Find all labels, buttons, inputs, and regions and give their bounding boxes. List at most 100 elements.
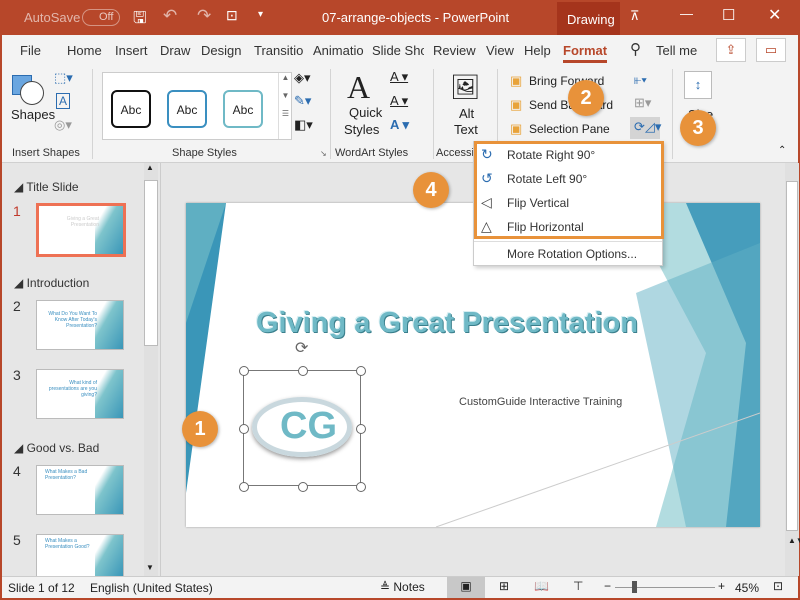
text-outline-icon[interactable]: A ▾ (390, 93, 408, 109)
slide-thumbnail-3[interactable]: What kind of presentations are you givin… (36, 369, 124, 419)
thumbnails-scrollbar[interactable]: ▲ ▼ (144, 163, 158, 576)
tab-format[interactable]: Format (563, 43, 608, 63)
rotate-button[interactable]: ⟳◿▾ (630, 117, 662, 139)
tab-slide-show[interactable]: Slide Sho (372, 43, 424, 58)
tab-view[interactable]: View (486, 43, 514, 58)
autosave-toggle[interactable]: Off (82, 9, 120, 26)
ribbon-display-icon[interactable]: ⊼ (630, 8, 640, 24)
logo-text: CG (280, 405, 337, 447)
shape-styles-label: Shape Styles (172, 147, 237, 159)
zoom-level[interactable]: 45% (735, 581, 759, 595)
shape-style-3[interactable]: Abc (223, 90, 263, 128)
selection-pane-button[interactable]: Selection Pane (529, 122, 610, 136)
callout-4: 4 (413, 172, 449, 208)
tab-insert[interactable]: Insert (115, 43, 148, 58)
shape-effects-icon[interactable]: ◧▾ (294, 117, 313, 133)
zoom-out-button[interactable]: − (604, 579, 611, 593)
fit-to-window-icon[interactable]: ⊡ (773, 579, 783, 593)
wordart-styles-label: WordArt Styles (335, 147, 409, 159)
customize-qat-icon[interactable]: ▾ (258, 9, 263, 20)
reading-view-icon[interactable]: 📖 (534, 579, 549, 593)
callout-3: 3 (680, 110, 716, 146)
tab-home[interactable]: Home (67, 43, 102, 58)
text-box-icon[interactable]: A (56, 93, 71, 109)
rotation-handle-icon[interactable]: ⟳ (295, 338, 308, 358)
slide-subtitle[interactable]: CustomGuide Interactive Training (459, 396, 622, 408)
callout-1: 1 (182, 411, 218, 447)
resize-handle[interactable] (298, 366, 308, 376)
group-icon[interactable]: ⊞▾ (634, 95, 651, 111)
rotate-icon: ⟳◿▾ (634, 119, 662, 134)
ribbon: Shapes ⬚▾ A ◎▾ Insert Shapes Abc Abc Abc… (2, 65, 798, 163)
slide-thumbnail-1[interactable]: Giving a Great Presentation (36, 203, 126, 257)
menu-more-rotation-options[interactable]: More Rotation Options... (474, 241, 662, 265)
shape-styles-gallery: Abc Abc Abc ▲ ▼ ☰ (102, 72, 292, 140)
minimize-button[interactable]: — (680, 6, 693, 21)
maximize-button[interactable]: ☐ (722, 6, 735, 24)
slide-thumbnail-4[interactable]: What Makes a Bad Presentation? (36, 465, 124, 515)
section-introduction[interactable]: ◢ Introduction (14, 276, 89, 290)
scroll-thumb[interactable] (144, 180, 158, 346)
tab-help[interactable]: Help (524, 43, 551, 58)
notes-button[interactable]: ≜ Notes (380, 580, 425, 594)
editor-scrollbar[interactable]: ▲▼ (785, 163, 800, 576)
comments-button[interactable]: ▭ (756, 38, 786, 62)
ribbon-tabs: File Home Insert Draw Design Transitio A… (2, 35, 798, 65)
shape-style-2[interactable]: Abc (167, 90, 207, 128)
share-button[interactable]: ⇪ (716, 38, 746, 62)
size-icon: ↕ (684, 71, 712, 99)
text-effects-icon[interactable]: A ▾ (390, 117, 409, 133)
close-button[interactable]: ✕ (768, 5, 781, 25)
section-good-vs-bad[interactable]: ◢ Good vs. Bad (14, 441, 99, 455)
present-icon[interactable]: ⊡ (226, 7, 238, 24)
redo-icon[interactable]: ↷ (197, 6, 211, 26)
shape-outline-icon[interactable]: ✎▾ (294, 93, 311, 109)
slide-sorter-icon[interactable]: ⊞ (499, 579, 509, 593)
zoom-slider-thumb[interactable] (632, 581, 638, 593)
tab-transitions[interactable]: Transitio (254, 43, 303, 58)
status-bar: Slide 1 of 12 English (United States) ≜ … (2, 576, 798, 598)
resize-handle[interactable] (356, 482, 366, 492)
title-bar: AutoSave Off 🖫 ↶ ↷ ⊡ ▾ 07-arrange-object… (0, 0, 800, 35)
resize-handle[interactable] (239, 366, 249, 376)
tab-draw[interactable]: Draw (160, 43, 190, 58)
dialog-launcher-icon[interactable]: ↘ (320, 149, 327, 158)
slideshow-icon[interactable]: ⊤ (573, 579, 583, 593)
resize-handle[interactable] (356, 366, 366, 376)
tab-design[interactable]: Design (201, 43, 241, 58)
insert-shapes-label: Insert Shapes (12, 147, 80, 159)
align-icon[interactable]: ⫦▾ (634, 72, 647, 88)
quick-styles-button[interactable]: Quick (349, 105, 382, 120)
normal-view-icon[interactable]: ▣ (447, 577, 485, 598)
shapes-button[interactable]: Shapes (11, 107, 55, 122)
collapse-ribbon-icon[interactable]: ⌃ (778, 145, 786, 156)
undo-icon[interactable]: ↶ (163, 6, 177, 26)
selected-logo-image[interactable]: CG ⟳ (239, 340, 366, 492)
alt-text-button[interactable]: Alt (459, 106, 474, 121)
send-backward-icon: ▣ (510, 97, 523, 112)
slide-thumbnail-5[interactable]: What Makes a Presentation Good? (36, 534, 124, 576)
slide-thumbnail-2[interactable]: What Do You Want To Know After Today's P… (36, 300, 124, 350)
text-fill-icon[interactable]: A ▾ (390, 69, 408, 85)
resize-handle[interactable] (239, 482, 249, 492)
drawing-context-tab: Drawing (567, 12, 615, 27)
gallery-scroll[interactable]: ▲ ▼ ☰ (278, 73, 292, 139)
save-icon[interactable]: 🖫 (133, 7, 147, 34)
tab-review[interactable]: Review (433, 43, 476, 58)
tab-animations[interactable]: Animatio (313, 43, 364, 58)
zoom-slider[interactable] (615, 587, 715, 588)
section-title-slide[interactable]: ◢ Title Slide (14, 180, 79, 194)
zoom-in-button[interactable]: + (718, 579, 725, 593)
shape-style-1[interactable]: Abc (111, 90, 151, 128)
merge-shapes-icon[interactable]: ◎▾ (54, 117, 72, 133)
resize-handle[interactable] (298, 482, 308, 492)
language-indicator[interactable]: English (United States) (90, 581, 213, 595)
edit-shape-icon[interactable]: ⬚▾ (54, 70, 73, 86)
resize-handle[interactable] (239, 424, 249, 434)
resize-handle[interactable] (356, 424, 366, 434)
shape-fill-icon[interactable]: ◈▾ (294, 70, 311, 86)
slide-counter: Slide 1 of 12 (8, 581, 75, 595)
tab-file[interactable]: File (20, 43, 41, 58)
slide-title[interactable]: Giving a Great Presentation (256, 307, 638, 340)
tell-me-input[interactable]: Tell me (656, 43, 697, 58)
